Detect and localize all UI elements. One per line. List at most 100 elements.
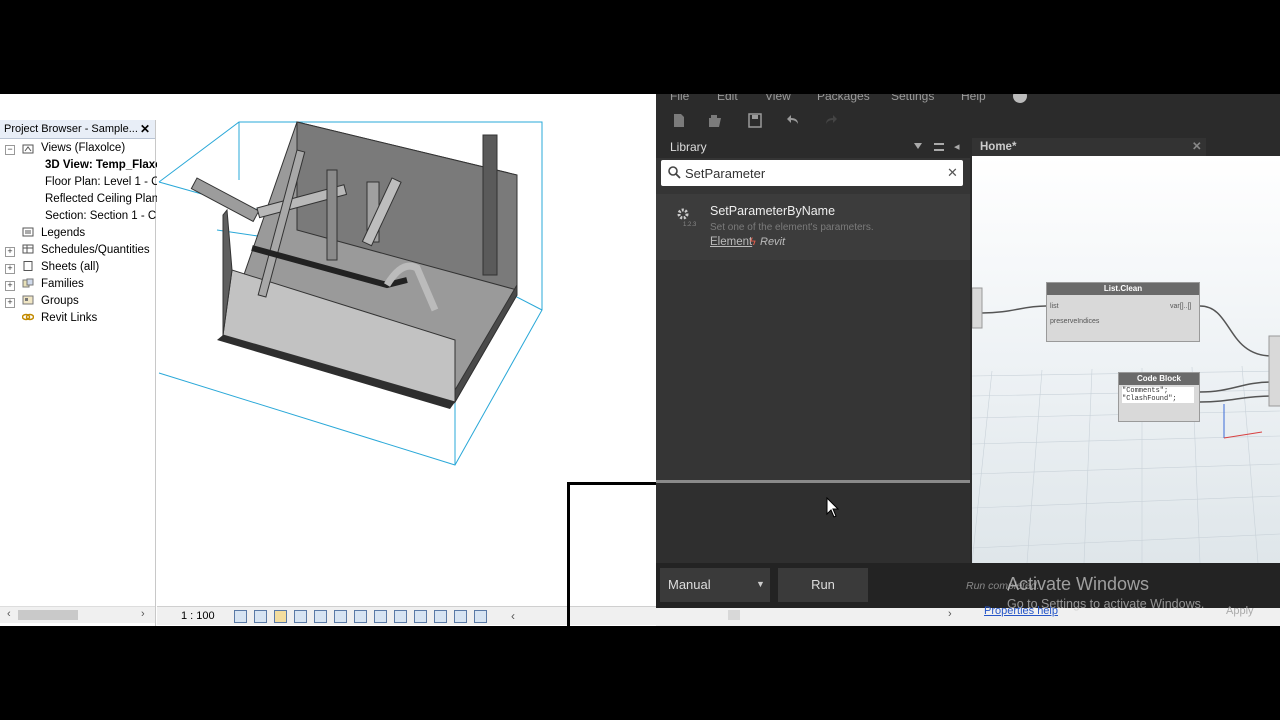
workspace-tab-bar: Home* ✕: [972, 138, 1280, 156]
clear-search-icon[interactable]: ✕: [947, 165, 958, 181]
library-title: Library: [670, 140, 707, 154]
scroll-right-icon[interactable]: ›: [141, 608, 145, 620]
library-header: Library ◂: [656, 138, 970, 158]
tree-expander[interactable]: −: [5, 145, 15, 155]
close-icon[interactable]: ✕: [140, 120, 150, 138]
temporary-view-icon[interactable]: [434, 610, 447, 623]
tree-item-ceiling-plan[interactable]: Reflected Ceiling Plan: [45, 191, 158, 208]
tab-home[interactable]: Home* ✕: [972, 138, 1206, 156]
project-browser: Project Browser - Sample... ✕ − Views (F…: [0, 120, 162, 626]
legend-icon: [22, 227, 34, 237]
detail-level-icon[interactable]: [234, 610, 247, 623]
menu-help[interactable]: Help: [961, 94, 986, 103]
svg-text:1.2.3: 1.2.3: [683, 222, 696, 228]
code-editor[interactable]: "Comments"; "ClashFound";: [1122, 387, 1194, 403]
rendering-icon[interactable]: [314, 610, 327, 623]
visual-style-icon[interactable]: [254, 610, 267, 623]
tree-item-section[interactable]: Section: Section 1 - C: [45, 208, 156, 225]
scrollbar-thumb[interactable]: [18, 610, 78, 620]
node-input-port[interactable]: preserveIndices: [1050, 318, 1099, 325]
tree-item-schedules[interactable]: Schedules/Quantities: [41, 242, 150, 259]
collapse-library-icon[interactable]: ◂: [954, 138, 960, 156]
run-mode-select[interactable]: Manual ▼: [660, 568, 770, 602]
node-title: Code Block: [1119, 373, 1199, 385]
search-icon: [668, 166, 681, 179]
list-clean-node[interactable]: List.Clean list preserveIndices var[]..[…: [1046, 282, 1200, 342]
toolbar: [656, 106, 1280, 136]
chevron-down-icon: ▼: [756, 579, 765, 589]
redo-icon[interactable]: [824, 113, 838, 128]
tree-expander[interactable]: +: [5, 281, 15, 291]
result-description: Set one of the element's parameters.: [710, 222, 874, 233]
node-output-port[interactable]: var[]..[]: [1170, 303, 1191, 310]
gear-icon: 1.2.3: [677, 208, 696, 228]
reveal-hidden-icon[interactable]: [414, 610, 427, 623]
tree-item-groups[interactable]: Groups: [41, 293, 79, 310]
view-control-bar: 1 : 100 ‹: [157, 606, 656, 625]
save-icon[interactable]: [748, 113, 762, 128]
sun-path-icon[interactable]: [274, 610, 287, 623]
node-title: List.Clean: [1047, 283, 1199, 295]
show-crop-icon[interactable]: [354, 610, 367, 623]
close-tab-icon[interactable]: ✕: [1192, 138, 1202, 156]
new-file-icon[interactable]: [672, 113, 686, 128]
tree-expander[interactable]: +: [5, 298, 15, 308]
view-bar-arrow-icon[interactable]: ‹: [511, 607, 515, 625]
background-window-frame: [567, 482, 570, 626]
family-icon: [22, 278, 34, 288]
apply-button[interactable]: Apply: [1226, 605, 1276, 621]
graph-canvas[interactable]: List.Clean list preserveIndices var[]..[…: [972, 156, 1280, 563]
filter-icon[interactable]: [914, 143, 922, 151]
undo-icon[interactable]: [786, 113, 800, 128]
scrollbar-thumb[interactable]: [728, 610, 740, 620]
lock-view-icon[interactable]: [374, 610, 387, 623]
scroll-left-icon[interactable]: ‹: [7, 608, 11, 620]
project-browser-scrollbar[interactable]: ‹ ›: [0, 606, 155, 623]
result-category-link[interactable]: Element: [710, 236, 752, 248]
search-result-item[interactable]: 1.2.3 SetParameterByName Set one of the …: [656, 194, 970, 260]
tree-item-legends[interactable]: Legends: [41, 225, 85, 242]
tree-item-3d-view[interactable]: 3D View: Temp_Flaxo: [45, 157, 162, 174]
3d-viewport[interactable]: [157, 120, 656, 606]
menu-edit[interactable]: Edit: [717, 94, 738, 103]
tree-item-revit-links[interactable]: Revit Links: [41, 310, 97, 327]
project-browser-titlebar: Project Browser - Sample... ✕: [0, 120, 155, 139]
search-input[interactable]: [685, 160, 935, 186]
node-input-port[interactable]: list: [1050, 303, 1059, 310]
3d-model-view: [158, 121, 543, 466]
group-icon: [22, 295, 34, 305]
menu-settings[interactable]: Settings: [891, 94, 934, 103]
shadows-icon[interactable]: [294, 610, 307, 623]
open-file-icon[interactable]: [708, 113, 722, 128]
tree-item-families[interactable]: Families: [41, 276, 84, 293]
tree-expander[interactable]: +: [5, 247, 15, 257]
menu-view[interactable]: View: [765, 94, 791, 103]
constraints-icon[interactable]: [474, 610, 487, 623]
view-scale[interactable]: 1 : 100: [181, 607, 215, 625]
info-icon[interactable]: [1013, 94, 1027, 103]
hide-isolate-icon[interactable]: [394, 610, 407, 623]
tree-item-sheets[interactable]: Sheets (all): [41, 259, 99, 276]
menu-file[interactable]: File: [670, 94, 689, 103]
result-source: Revit: [760, 236, 786, 248]
tree-item-views[interactable]: Views (Flaxolce): [41, 140, 125, 157]
canvas-background: [972, 156, 1280, 563]
tree-expander[interactable]: +: [5, 264, 15, 274]
library-search[interactable]: ✕: [661, 160, 963, 186]
code-block-node[interactable]: Code Block "Comments"; "ClashFound";: [1118, 372, 1200, 422]
scroll-right-icon[interactable]: ›: [948, 608, 952, 620]
list-view-icon[interactable]: [934, 143, 944, 151]
menu-packages[interactable]: Packages: [817, 94, 870, 103]
menu-bar: File Edit View Packages Settings Help: [656, 94, 1280, 106]
background-window-frame: [567, 482, 656, 485]
dynamo-window: File Edit View Packages Settings Help Li…: [656, 94, 1280, 608]
activation-watermark-title: Activate Windows: [1007, 574, 1150, 594]
crop-view-icon[interactable]: [334, 610, 347, 623]
analytical-model-icon[interactable]: [454, 610, 467, 623]
views-icon: [22, 144, 34, 154]
tree-item-floor-plan[interactable]: Floor Plan: Level 1 - C: [45, 174, 159, 191]
run-button[interactable]: Run: [778, 568, 868, 602]
sheet-icon: [23, 261, 33, 271]
library-lower-area: [656, 483, 970, 563]
revit-lightning-icon: ϟ: [750, 236, 756, 248]
